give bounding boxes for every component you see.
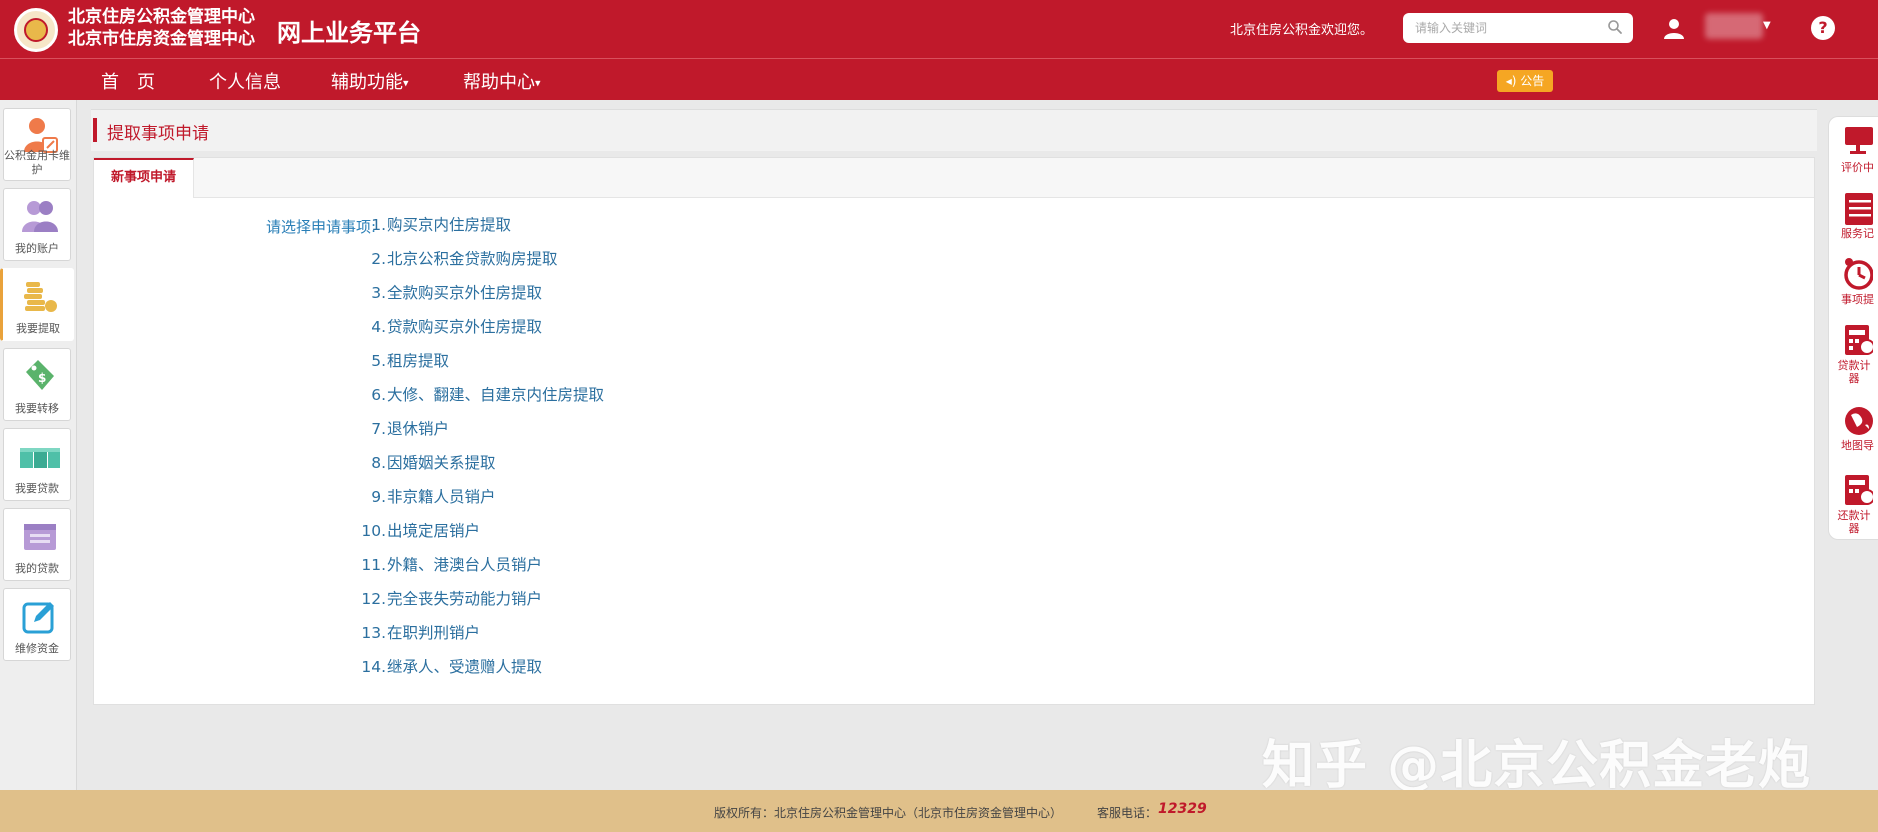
sidebar-item-label: 我的贷款 (15, 562, 59, 575)
edit-icon (22, 602, 54, 634)
svg-text:$: $ (38, 371, 46, 385)
option-item[interactable]: 1.购买京内住房提取 (354, 215, 604, 249)
nav-auxiliary[interactable]: 辅助功能▾ (331, 68, 409, 94)
tab-strip: 新事项申请 (94, 158, 1814, 198)
option-item[interactable]: 10.出境定居销户 (354, 521, 604, 555)
nav-personal-info[interactable]: 个人信息 (209, 68, 281, 94)
sidebar-item-label: 我的账户 (15, 242, 59, 255)
right-sidebar: 评价中 服务记 事项提 贷款计器 地图导 还款计器 (1828, 116, 1878, 540)
footer: 版权所有：北京住房公积金管理中心（北京市住房资金管理中心） 客服电话： 1232… (0, 790, 1878, 832)
sidebar-item-withdraw[interactable]: 我要提取 (0, 268, 74, 341)
loan-box-icon (24, 524, 56, 550)
option-item[interactable]: 2.北京公积金贷款购房提取 (354, 249, 604, 283)
search-icon[interactable] (1607, 19, 1623, 35)
option-item[interactable]: 8.因婚姻关系提取 (354, 453, 604, 487)
content-panel: 新事项申请 请选择申请事项: 1.购买京内住房提取 2.北京公积金贷款购房提取 … (93, 157, 1815, 705)
user-icon[interactable] (1662, 16, 1686, 40)
option-item[interactable]: 3.全款购买京外住房提取 (354, 283, 604, 317)
chevron-down-icon: ▾ (403, 76, 409, 90)
hotline-number: 12329 (1158, 801, 1207, 817)
org-name-primary: 北京住房公积金管理中心 (68, 7, 255, 27)
application-options: 1.购买京内住房提取 2.北京公积金贷款购房提取 3.全款购买京外住房提取 4.… (354, 215, 604, 691)
option-item[interactable]: 13.在职判刑销户 (354, 623, 604, 657)
sidebar-item-loan-calculator[interactable]: 贷款计器 (1829, 319, 1878, 385)
main-nav: 首 页 个人信息 辅助功能▾ 帮助中心▾ ◂) 公告 (0, 58, 1878, 100)
sidebar-item-maintenance-fund[interactable]: 维修资金 (3, 588, 71, 661)
option-item[interactable]: 14.继承人、受遗赠人提取 (354, 657, 604, 691)
notice-button[interactable]: ◂) 公告 (1497, 70, 1553, 92)
user-menu-caret-icon[interactable]: ▼ (1763, 20, 1771, 31)
calculator-icon (1845, 475, 1873, 505)
sidebar-item-repay-calculator[interactable]: 还款计器 (1829, 469, 1878, 535)
sidebar-item-my-loan[interactable]: 我的贷款 (3, 508, 71, 581)
option-item[interactable]: 9.非京籍人员销户 (354, 487, 604, 521)
sidebar-item-apply-loan[interactable]: 我要贷款 (3, 428, 71, 501)
sidebar-item-label: 我要提取 (16, 322, 60, 335)
hotline-label: 客服电话： (1097, 806, 1158, 820)
welcome-text: 北京住房公积金欢迎您。 (1230, 23, 1374, 38)
sidebar-item-reminder[interactable]: 事项提 (1829, 253, 1878, 319)
watermark-text: 知乎 @北京公积金老炮 (1262, 736, 1812, 796)
sidebar-item-my-account[interactable]: 我的账户 (3, 188, 71, 261)
option-item[interactable]: 11.外籍、港澳台人员销户 (354, 555, 604, 589)
alarm-clock-icon (1844, 258, 1873, 290)
left-sidebar: 公积金用卡维护 我的账户 我要提取 $ 我要转移 我要贷款 我的贷款 维修资金 (0, 100, 77, 790)
money-tag-icon: $ (26, 360, 54, 390)
page-title-bar: 提取事项申请 (91, 109, 1817, 151)
sidebar-item-map-guide[interactable]: 地图导 (1829, 399, 1878, 465)
sidebar-item-label: 维修资金 (15, 642, 59, 655)
page-title: 提取事项申请 (107, 124, 209, 144)
top-header: 北京住房公积金管理中心 北京市住房资金管理中心 网上业务平台 北京住房公积金欢迎… (0, 0, 1878, 58)
globe-icon (1845, 407, 1873, 435)
title-accent-bar (93, 118, 97, 142)
sidebar-item-label: 我要贷款 (15, 482, 59, 495)
option-item[interactable]: 6.大修、翻建、自建京内住房提取 (354, 385, 604, 419)
sidebar-item-transfer[interactable]: $ 我要转移 (3, 348, 71, 421)
org-name-secondary: 北京市住房资金管理中心 (68, 29, 255, 49)
chevron-down-icon: ▾ (535, 76, 541, 90)
sidebar-item-label: 我要转移 (15, 402, 59, 415)
cash-stack-icon (20, 448, 60, 468)
sidebar-item-label: 公积金用卡维护 (4, 149, 70, 176)
help-icon[interactable]: ? (1811, 16, 1835, 40)
option-item[interactable]: 7.退休销户 (354, 419, 604, 453)
platform-title: 网上业务平台 (277, 18, 421, 47)
option-item[interactable]: 12.完全丧失劳动能力销户 (354, 589, 604, 623)
coins-icon (24, 282, 57, 312)
sidebar-item-evaluation[interactable]: 评价中 (1829, 121, 1878, 187)
sidebar-item-service-record[interactable]: 服务记 (1829, 187, 1878, 253)
username-redacted[interactable] (1705, 13, 1763, 39)
speaker-icon: ◂) (1505, 74, 1517, 88)
document-icon (1845, 193, 1873, 225)
search-input[interactable] (1403, 13, 1633, 43)
monitor-icon (1845, 127, 1873, 154)
tab-new-application[interactable]: 新事项申请 (94, 158, 194, 198)
calculator-icon (1845, 325, 1873, 355)
option-item[interactable]: 5.租房提取 (354, 351, 604, 385)
nav-home[interactable]: 首 页 (101, 68, 155, 94)
org-logo (14, 8, 58, 52)
nav-help-center[interactable]: 帮助中心▾ (463, 68, 541, 94)
org-names: 北京住房公积金管理中心 北京市住房资金管理中心 (68, 6, 255, 50)
sidebar-item-card-maintenance[interactable]: 公积金用卡维护 (3, 108, 71, 181)
users-icon (22, 201, 58, 232)
option-item[interactable]: 4.贷款购买京外住房提取 (354, 317, 604, 351)
copyright-text: 版权所有：北京住房公积金管理中心（北京市住房资金管理中心） (714, 806, 1063, 820)
